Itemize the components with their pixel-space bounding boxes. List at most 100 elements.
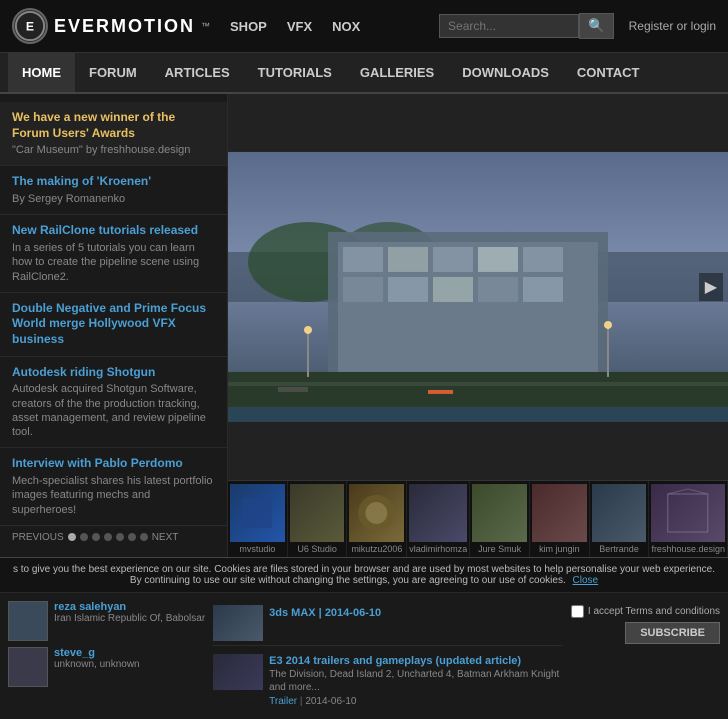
nav-contact[interactable]: CONTACT [563, 53, 654, 92]
bottom-news-item-1: E3 2014 trailers and gameplays (updated … [213, 650, 563, 711]
bottom-section: reza salehyan Iran Islamic Republic Of, … [0, 592, 728, 719]
subscribe-button[interactable]: SUBSCRIBE [625, 622, 720, 644]
news-subtext-5: Mech-specialist shares his latest portfo… [12, 474, 215, 517]
news-thumb-0 [213, 605, 263, 641]
slider-area: ▶ [228, 94, 728, 480]
news-headline-4[interactable]: Autodesk riding Shotgun [12, 365, 215, 381]
svg-text:E: E [26, 20, 34, 34]
user-item-0: reza salehyan Iran Islamic Republic Of, … [8, 601, 205, 641]
thumb-label-5: kim jungin [532, 544, 587, 554]
prev-label[interactable]: PREVIOUS [12, 532, 64, 543]
dot-7[interactable] [140, 533, 148, 541]
search-button[interactable]: 🔍 [579, 13, 614, 39]
slider-nav: PREVIOUS NEXT [0, 526, 227, 549]
cookie-text: s to give you the best experience on our… [13, 564, 715, 586]
news-subtext-4: Autodesk acquired Shotgun Software, crea… [12, 382, 215, 439]
nav-galleries[interactable]: GALLERIES [346, 53, 448, 92]
logo-icon: E [12, 8, 48, 44]
news-subtext-2: In a series of 5 tutorials you can learn… [12, 241, 215, 284]
user-location-1: unknown, unknown [54, 659, 140, 670]
thumb-7[interactable]: freshhouse.design [649, 481, 728, 557]
subscribe-area: I accept Terms and conditions SUBSCRIBE [571, 601, 720, 644]
thumb-6[interactable]: Bertrande [590, 481, 650, 557]
bottom-news: 3ds MAX | 2014-06-10 E3 2014 trailers an… [213, 601, 563, 711]
thumb-label-3: vladimirhomza [409, 544, 467, 554]
news-subtext-b1: The Division, Dead Island 2, Uncharted 4… [269, 668, 563, 694]
username-0[interactable]: reza salehyan [54, 601, 205, 613]
news-tag-b1: Trailer [269, 696, 297, 707]
bottom-news-item-0: 3ds MAX | 2014-06-10 [213, 601, 563, 646]
news-item-4: Autodesk riding Shotgun Autodesk acquire… [0, 357, 227, 449]
right-panel: ▶ mvstudio U6 Studio mikutzu2006 [228, 94, 728, 557]
news-subtext-0: "Car Museum" by freshhouse.design [12, 143, 215, 157]
avatar-0 [8, 601, 48, 641]
news-thumb-1 [213, 654, 263, 690]
news-item-1: The making of 'Kroenen' By Sergey Romane… [0, 166, 227, 215]
thumb-label-1: U6 Studio [290, 544, 345, 554]
news-item-2: New RailClone tutorials released In a se… [0, 215, 227, 292]
news-headline-1[interactable]: The making of 'Kroenen' [12, 174, 215, 190]
news-headline-b1[interactable]: E3 2014 trailers and gameplays (updated … [269, 654, 563, 668]
news-headline-2[interactable]: New RailClone tutorials released [12, 223, 215, 239]
search-area: 🔍 [439, 13, 614, 39]
nav-nox[interactable]: NOX [332, 19, 360, 34]
thumb-label-6: Bertrande [592, 544, 647, 554]
thumb-label-7: freshhouse.design [651, 544, 725, 554]
sidebar: We have a new winner of the Forum Users'… [0, 94, 228, 557]
thumb-label-0: mvstudio [230, 544, 285, 554]
news-author-1: By Sergey Romanenko [12, 192, 215, 206]
nav-vfx[interactable]: VFX [287, 19, 312, 34]
dot-2[interactable] [80, 533, 88, 541]
next-label[interactable]: NEXT [152, 532, 179, 543]
subscribe-checkbox-row: I accept Terms and conditions [571, 605, 720, 618]
dot-3[interactable] [92, 533, 100, 541]
nav-articles[interactable]: ARTICLES [151, 53, 244, 92]
slider-next-arrow[interactable]: ▶ [699, 273, 723, 301]
top-nav: SHOP VFX NOX [230, 19, 360, 34]
news-meta-b1: Trailer | 2014-06-10 [269, 696, 563, 707]
users-column: reza salehyan Iran Islamic Republic Of, … [8, 601, 205, 687]
news-tag-0: 3ds MAX | 2014-06-10 [269, 607, 381, 619]
nav-forum[interactable]: FORUM [75, 53, 151, 92]
thumb-label-2: mikutzu2006 [349, 544, 404, 554]
dot-1[interactable] [68, 533, 76, 541]
header: E EVERMOTION ™ SHOP VFX NOX 🔍 Register or… [0, 0, 728, 53]
cookie-bar: s to give you the best experience on our… [0, 557, 728, 592]
main-nav: HOME FORUM ARTICLES TUTORIALS GALLERIES … [0, 53, 728, 94]
search-input[interactable] [439, 14, 579, 38]
dot-6[interactable] [128, 533, 136, 541]
user-info-1: steve_g unknown, unknown [54, 647, 140, 670]
cookie-close[interactable]: Close [573, 575, 599, 586]
news-content-0: 3ds MAX | 2014-06-10 [269, 605, 381, 619]
news-content-1: E3 2014 trailers and gameplays (updated … [269, 654, 563, 707]
avatar-1 [8, 647, 48, 687]
news-headline-3[interactable]: Double Negative and Prime Focus World me… [12, 301, 215, 348]
content: We have a new winner of the Forum Users'… [0, 94, 728, 557]
slider-image [228, 94, 728, 480]
nav-tutorials[interactable]: TUTORIALS [244, 53, 346, 92]
user-info-0: reza salehyan Iran Islamic Republic Of, … [54, 601, 205, 624]
thumb-5[interactable]: kim jungin [530, 481, 590, 557]
news-headline-5[interactable]: Interview with Pablo Perdomo [12, 456, 215, 472]
nav-shop[interactable]: SHOP [230, 19, 267, 34]
thumb-3[interactable]: vladimirhomza [407, 481, 470, 557]
nav-home[interactable]: HOME [8, 53, 75, 92]
thumb-1[interactable]: U6 Studio [288, 481, 348, 557]
thumb-2[interactable]: mikutzu2006 [347, 481, 407, 557]
news-date-b1: 2014-06-10 [305, 696, 356, 707]
thumb-0[interactable]: mvstudio [228, 481, 288, 557]
news-headline-0[interactable]: We have a new winner of the Forum Users'… [12, 110, 215, 141]
dot-4[interactable] [104, 533, 112, 541]
nav-downloads[interactable]: DOWNLOADS [448, 53, 563, 92]
username-1[interactable]: steve_g [54, 647, 140, 659]
news-item-3: Double Negative and Prime Focus World me… [0, 293, 227, 357]
thumb-label-4: Jure Smuk [472, 544, 527, 554]
thumb-4[interactable]: Jure Smuk [470, 481, 530, 557]
auth-link[interactable]: Register or login [629, 19, 716, 33]
logo-text: EVERMOTION [54, 16, 195, 37]
thumbnails-row: mvstudio U6 Studio mikutzu2006 vladimirh… [228, 480, 728, 557]
news-item-0: We have a new winner of the Forum Users'… [0, 102, 227, 166]
dot-5[interactable] [116, 533, 124, 541]
terms-checkbox[interactable] [571, 605, 584, 618]
logo-tm: ™ [201, 21, 210, 31]
